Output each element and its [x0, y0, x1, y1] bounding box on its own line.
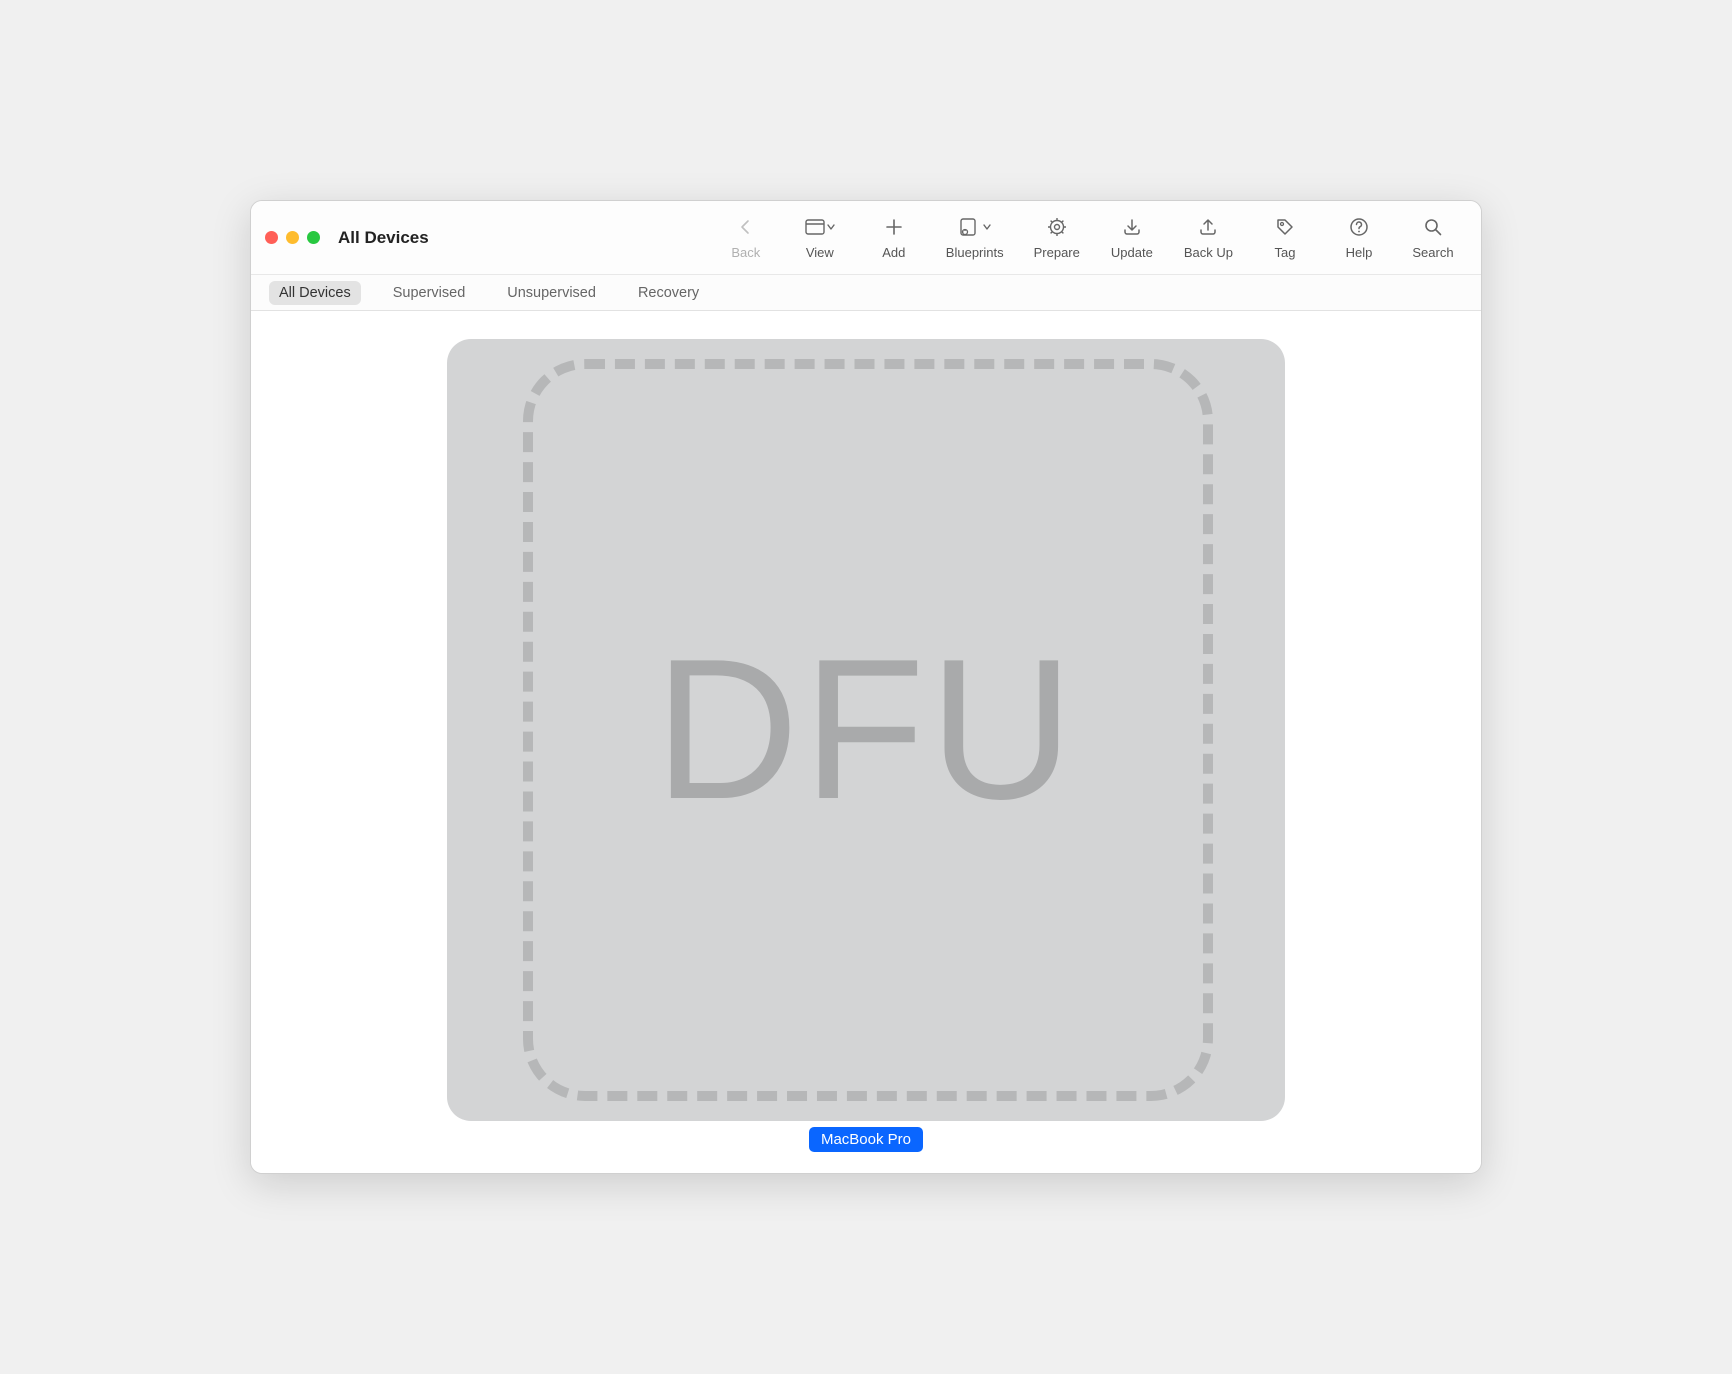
- view-label: View: [806, 245, 834, 260]
- toolbar: Back View Add: [724, 215, 1467, 260]
- titlebar: All Devices Back View: [251, 201, 1481, 275]
- gear-icon: [1047, 215, 1067, 239]
- filter-bar: All Devices Supervised Unsupervised Reco…: [251, 275, 1481, 311]
- tag-icon: [1275, 215, 1295, 239]
- plus-icon: [885, 215, 903, 239]
- minimize-button[interactable]: [286, 231, 299, 244]
- prepare-label: Prepare: [1034, 245, 1080, 260]
- help-icon: [1349, 215, 1369, 239]
- app-window: All Devices Back View: [250, 200, 1482, 1174]
- filter-tab-supervised[interactable]: Supervised: [383, 281, 476, 305]
- help-label: Help: [1346, 245, 1373, 260]
- backup-button[interactable]: Back Up: [1184, 215, 1233, 260]
- prepare-button[interactable]: Prepare: [1034, 215, 1080, 260]
- device-tile[interactable]: DFU: [447, 339, 1285, 1121]
- backup-label: Back Up: [1184, 245, 1233, 260]
- tag-label: Tag: [1275, 245, 1296, 260]
- add-button[interactable]: Add: [872, 215, 916, 260]
- dfu-mode-text: DFU: [654, 615, 1077, 845]
- traffic-lights: [265, 231, 320, 244]
- search-button[interactable]: Search: [1411, 215, 1455, 260]
- chevron-left-icon: [739, 215, 753, 239]
- window-icon: [805, 215, 835, 239]
- view-button[interactable]: View: [798, 215, 842, 260]
- content-area: DFU MacBook Pro: [251, 311, 1481, 1173]
- help-button[interactable]: Help: [1337, 215, 1381, 260]
- filter-tab-all-devices[interactable]: All Devices: [269, 281, 361, 305]
- search-icon: [1423, 215, 1443, 239]
- blueprints-button[interactable]: Blueprints: [946, 215, 1004, 260]
- tag-button[interactable]: Tag: [1263, 215, 1307, 260]
- download-icon: [1122, 215, 1142, 239]
- close-button[interactable]: [265, 231, 278, 244]
- zoom-button[interactable]: [307, 231, 320, 244]
- search-label: Search: [1412, 245, 1453, 260]
- device-label[interactable]: MacBook Pro: [809, 1127, 923, 1152]
- blueprint-icon: [959, 215, 991, 239]
- window-title: All Devices: [338, 228, 429, 248]
- update-button[interactable]: Update: [1110, 215, 1154, 260]
- filter-tab-unsupervised[interactable]: Unsupervised: [497, 281, 606, 305]
- back-button: Back: [724, 215, 768, 260]
- blueprints-label: Blueprints: [946, 245, 1004, 260]
- update-label: Update: [1111, 245, 1153, 260]
- filter-tab-recovery[interactable]: Recovery: [628, 281, 709, 305]
- add-label: Add: [882, 245, 905, 260]
- back-label: Back: [731, 245, 760, 260]
- upload-icon: [1198, 215, 1218, 239]
